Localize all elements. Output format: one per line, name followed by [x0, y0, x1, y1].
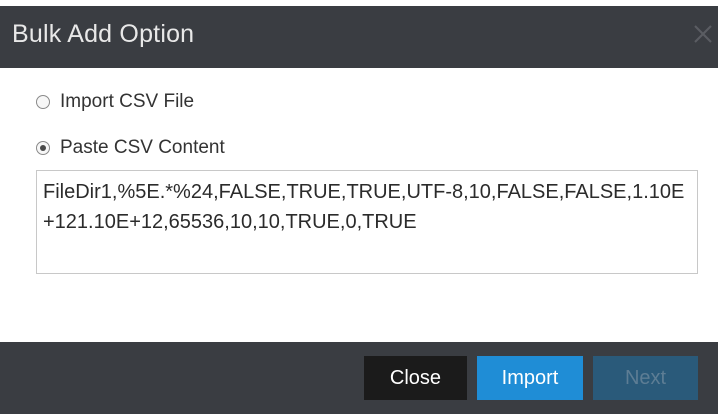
import-csv-radio[interactable] [36, 95, 50, 109]
close-button[interactable]: Close [364, 356, 467, 400]
paste-csv-label: Paste CSV Content [60, 137, 225, 158]
import-csv-option[interactable]: Import CSV File [36, 90, 194, 114]
next-button: Next [593, 356, 698, 400]
paste-csv-radio[interactable] [36, 141, 50, 155]
dialog-title: Bulk Add Option [12, 20, 195, 48]
dialog-body: Import CSV File Paste CSV Content FileDi… [12, 68, 718, 342]
csv-content-textarea[interactable]: FileDir1,%5E.*%24,FALSE,TRUE,TRUE,UTF-8,… [36, 170, 698, 274]
import-csv-label: Import CSV File [60, 91, 195, 112]
close-icon[interactable] [690, 20, 714, 46]
paste-csv-option[interactable]: Paste CSV Content [36, 136, 225, 160]
import-button[interactable]: Import [477, 356, 583, 400]
dialog-footer: Close Import Next [0, 342, 718, 414]
dialog-titlebar: Bulk Add Option [0, 6, 718, 68]
bulk-add-option-dialog: Bulk Add Option Import CSV File Paste CS… [0, 0, 718, 414]
